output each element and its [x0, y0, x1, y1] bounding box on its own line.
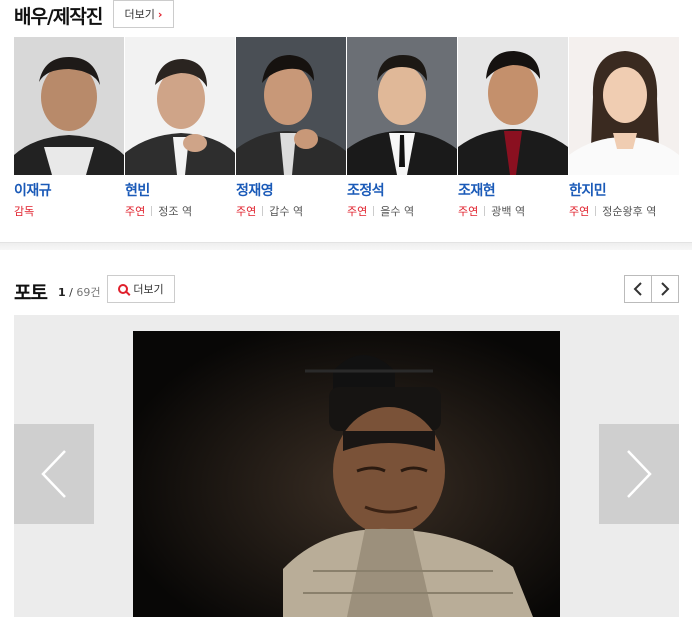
role-character: 정순왕후 역 [602, 205, 657, 218]
role-type: 주연 [458, 205, 479, 218]
role-type: 감독 [14, 205, 35, 218]
role-separator [262, 206, 264, 216]
cast-list: 이재규 감독 현빈 주연 정조 역 정재영 주연 갑수 역 조정석 주연 을수 … [14, 37, 680, 227]
cast-role: 주연 광백 역 [458, 203, 525, 219]
photo-counter: 1 / 69건 [58, 284, 101, 300]
role-type: 주연 [347, 205, 368, 218]
role-character: 갑수 역 [269, 205, 304, 218]
cast-photo[interactable] [236, 37, 346, 175]
cast-name[interactable]: 조정석 [347, 180, 385, 200]
photo-section-title: 포토 [14, 282, 48, 304]
chevron-left-icon [41, 450, 66, 498]
cast-role: 주연 정순왕후 역 [569, 203, 656, 219]
cast-photo[interactable] [347, 37, 457, 175]
photo-count-separator: / [69, 286, 73, 299]
cast-role: 주연 갑수 역 [236, 203, 303, 219]
cast-name[interactable]: 조재현 [458, 180, 496, 200]
cast-item[interactable]: 이재규 감독 [14, 37, 124, 227]
gallery-prev-button[interactable] [14, 424, 94, 524]
photo-gallery [14, 315, 679, 617]
chevron-right-icon [661, 282, 670, 296]
chevron-right-icon: › [157, 7, 163, 21]
cast-role: 감독 [14, 203, 34, 219]
cast-photo[interactable] [569, 37, 679, 175]
photo-more-label: 더보기 [133, 283, 164, 296]
gallery-next-button[interactable] [599, 424, 679, 524]
cast-more-button[interactable]: 더보기 › [113, 0, 174, 28]
cast-name[interactable]: 현빈 [125, 180, 150, 200]
movie-page: 배우/제작진 더보기 › 이재규 감독 현빈 주연 정조 역 정재영 주연 갑수… [0, 0, 692, 617]
cast-role: 주연 정조 역 [125, 203, 192, 219]
chevron-left-icon [633, 282, 642, 296]
section-divider [0, 242, 692, 250]
role-type: 주연 [236, 205, 257, 218]
cast-section: 배우/제작진 더보기 › 이재규 감독 현빈 주연 정조 역 정재영 주연 갑수… [0, 0, 692, 246]
search-icon [118, 284, 129, 294]
role-separator [484, 206, 486, 216]
cast-name[interactable]: 한지민 [569, 180, 607, 200]
cast-photo[interactable] [14, 37, 124, 175]
cast-item[interactable]: 한지민 주연 정순왕후 역 [569, 37, 679, 227]
role-character: 광백 역 [491, 205, 526, 218]
photo-total-count: 69건 [76, 286, 101, 299]
role-separator [151, 206, 153, 216]
cast-photo[interactable] [125, 37, 235, 175]
cast-more-label: 더보기 [124, 8, 155, 21]
photo-next-page-button[interactable] [651, 275, 679, 303]
role-separator [373, 206, 375, 216]
role-type: 주연 [125, 205, 146, 218]
cast-item[interactable]: 조재현 주연 광백 역 [458, 37, 568, 227]
photo-current-index: 1 [58, 286, 66, 299]
role-separator [595, 206, 597, 216]
gallery-main-photo[interactable] [133, 331, 560, 617]
role-type: 주연 [569, 205, 590, 218]
cast-item[interactable]: 정재영 주연 갑수 역 [236, 37, 346, 227]
role-character: 을수 역 [380, 205, 415, 218]
cast-name[interactable]: 이재규 [14, 180, 52, 200]
cast-section-title: 배우/제작진 [14, 6, 103, 28]
role-character: 정조 역 [158, 205, 193, 218]
chevron-right-icon [627, 450, 652, 498]
photo-prev-page-button[interactable] [624, 275, 652, 303]
cast-item[interactable]: 현빈 주연 정조 역 [125, 37, 235, 227]
cast-name[interactable]: 정재영 [236, 180, 274, 200]
photo-more-button[interactable]: 더보기 [107, 275, 175, 303]
cast-photo[interactable] [458, 37, 568, 175]
cast-role: 주연 을수 역 [347, 203, 414, 219]
cast-item[interactable]: 조정석 주연 을수 역 [347, 37, 457, 227]
